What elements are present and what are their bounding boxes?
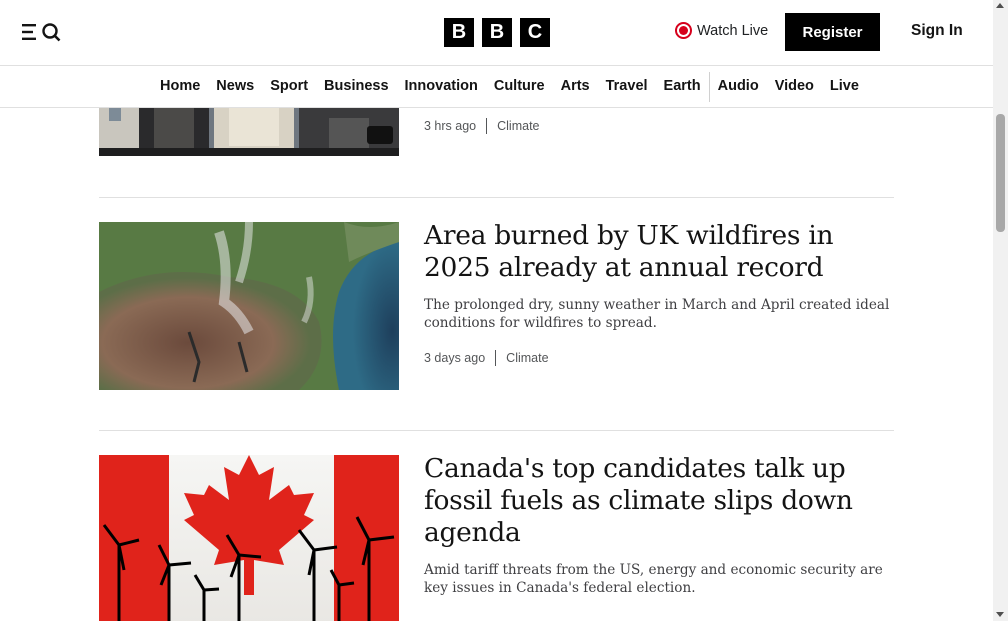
nav-item-home[interactable]: Home bbox=[160, 78, 200, 102]
nav-item-earth[interactable]: Earth bbox=[664, 78, 701, 102]
story-summary: The prolonged dry, sunny weather in Marc… bbox=[424, 297, 890, 331]
nav-item-sport[interactable]: Sport bbox=[270, 78, 308, 102]
logo-letter: C bbox=[520, 18, 550, 47]
story-timestamp: 3 days ago bbox=[424, 351, 486, 365]
nav-item-business[interactable]: Business bbox=[324, 78, 388, 102]
register-button[interactable]: Register bbox=[785, 13, 880, 51]
story-divider bbox=[99, 197, 894, 198]
scroll-down-arrow-icon[interactable] bbox=[996, 612, 1004, 617]
story-timestamp: 3 hrs ago bbox=[424, 119, 477, 133]
scroll-up-arrow-icon[interactable] bbox=[996, 3, 1004, 8]
nav-divider bbox=[708, 72, 710, 102]
nav-item-travel[interactable]: Travel bbox=[606, 78, 648, 102]
nav-item-arts[interactable]: Arts bbox=[561, 78, 590, 102]
nav-item-live[interactable]: Live bbox=[830, 78, 859, 102]
story-list: 3 hrs ago Climate Area burned by UK wild… bbox=[0, 108, 993, 621]
story-text: Canada's top candidates talk up fossil f… bbox=[424, 453, 894, 597]
story-text: Area burned by UK wildfires in 2025 alre… bbox=[424, 220, 894, 366]
story-image-wildfire-satellite[interactable] bbox=[99, 222, 399, 390]
story-image-canada-flag-turbines[interactable] bbox=[99, 455, 399, 621]
watch-live-button[interactable]: Watch Live bbox=[675, 22, 768, 39]
story-meta: 3 days ago Climate bbox=[424, 350, 894, 366]
story-summary: Amid tariff threats from the US, energy … bbox=[424, 562, 883, 596]
story-card: 3 hrs ago Climate bbox=[99, 108, 894, 156]
watch-live-label: Watch Live bbox=[697, 22, 769, 39]
story-meta: 3 hrs ago Climate bbox=[424, 118, 894, 134]
meta-divider bbox=[486, 118, 488, 134]
nav-item-video[interactable]: Video bbox=[775, 78, 814, 102]
meta-divider bbox=[495, 350, 497, 366]
logo-letter: B bbox=[482, 18, 512, 47]
sign-in-link[interactable]: Sign In bbox=[911, 22, 963, 40]
story-card: Area burned by UK wildfires in 2025 alre… bbox=[99, 220, 894, 390]
story-card: Canada's top candidates talk up fossil f… bbox=[99, 453, 894, 621]
nav-item-culture[interactable]: Culture bbox=[494, 78, 545, 102]
scrollbar-thumb[interactable] bbox=[996, 114, 1005, 232]
story-image-crowd[interactable] bbox=[99, 108, 399, 156]
story-headline[interactable]: Canada's top candidates talk up fossil f… bbox=[424, 453, 894, 549]
menu-search-icon[interactable] bbox=[22, 22, 62, 42]
story-headline[interactable]: Area burned by UK wildfires in 2025 alre… bbox=[424, 220, 894, 284]
story-text: 3 hrs ago Climate bbox=[424, 118, 894, 134]
section-nav: Home News Sport Business Innovation Cult… bbox=[0, 66, 993, 108]
nav-item-audio[interactable]: Audio bbox=[718, 78, 759, 102]
bbc-logo[interactable]: B B C bbox=[444, 18, 550, 47]
story-topic-link[interactable]: Climate bbox=[497, 119, 539, 133]
story-topic-link[interactable]: Climate bbox=[506, 351, 548, 365]
page-scrollbar[interactable] bbox=[993, 0, 1008, 621]
nav-item-news[interactable]: News bbox=[216, 78, 254, 102]
logo-letter: B bbox=[444, 18, 474, 47]
live-record-icon bbox=[675, 22, 692, 39]
site-header: B B C Watch Live Register Sign In bbox=[0, 0, 993, 66]
nav-item-innovation[interactable]: Innovation bbox=[405, 78, 478, 102]
story-divider bbox=[99, 430, 894, 431]
